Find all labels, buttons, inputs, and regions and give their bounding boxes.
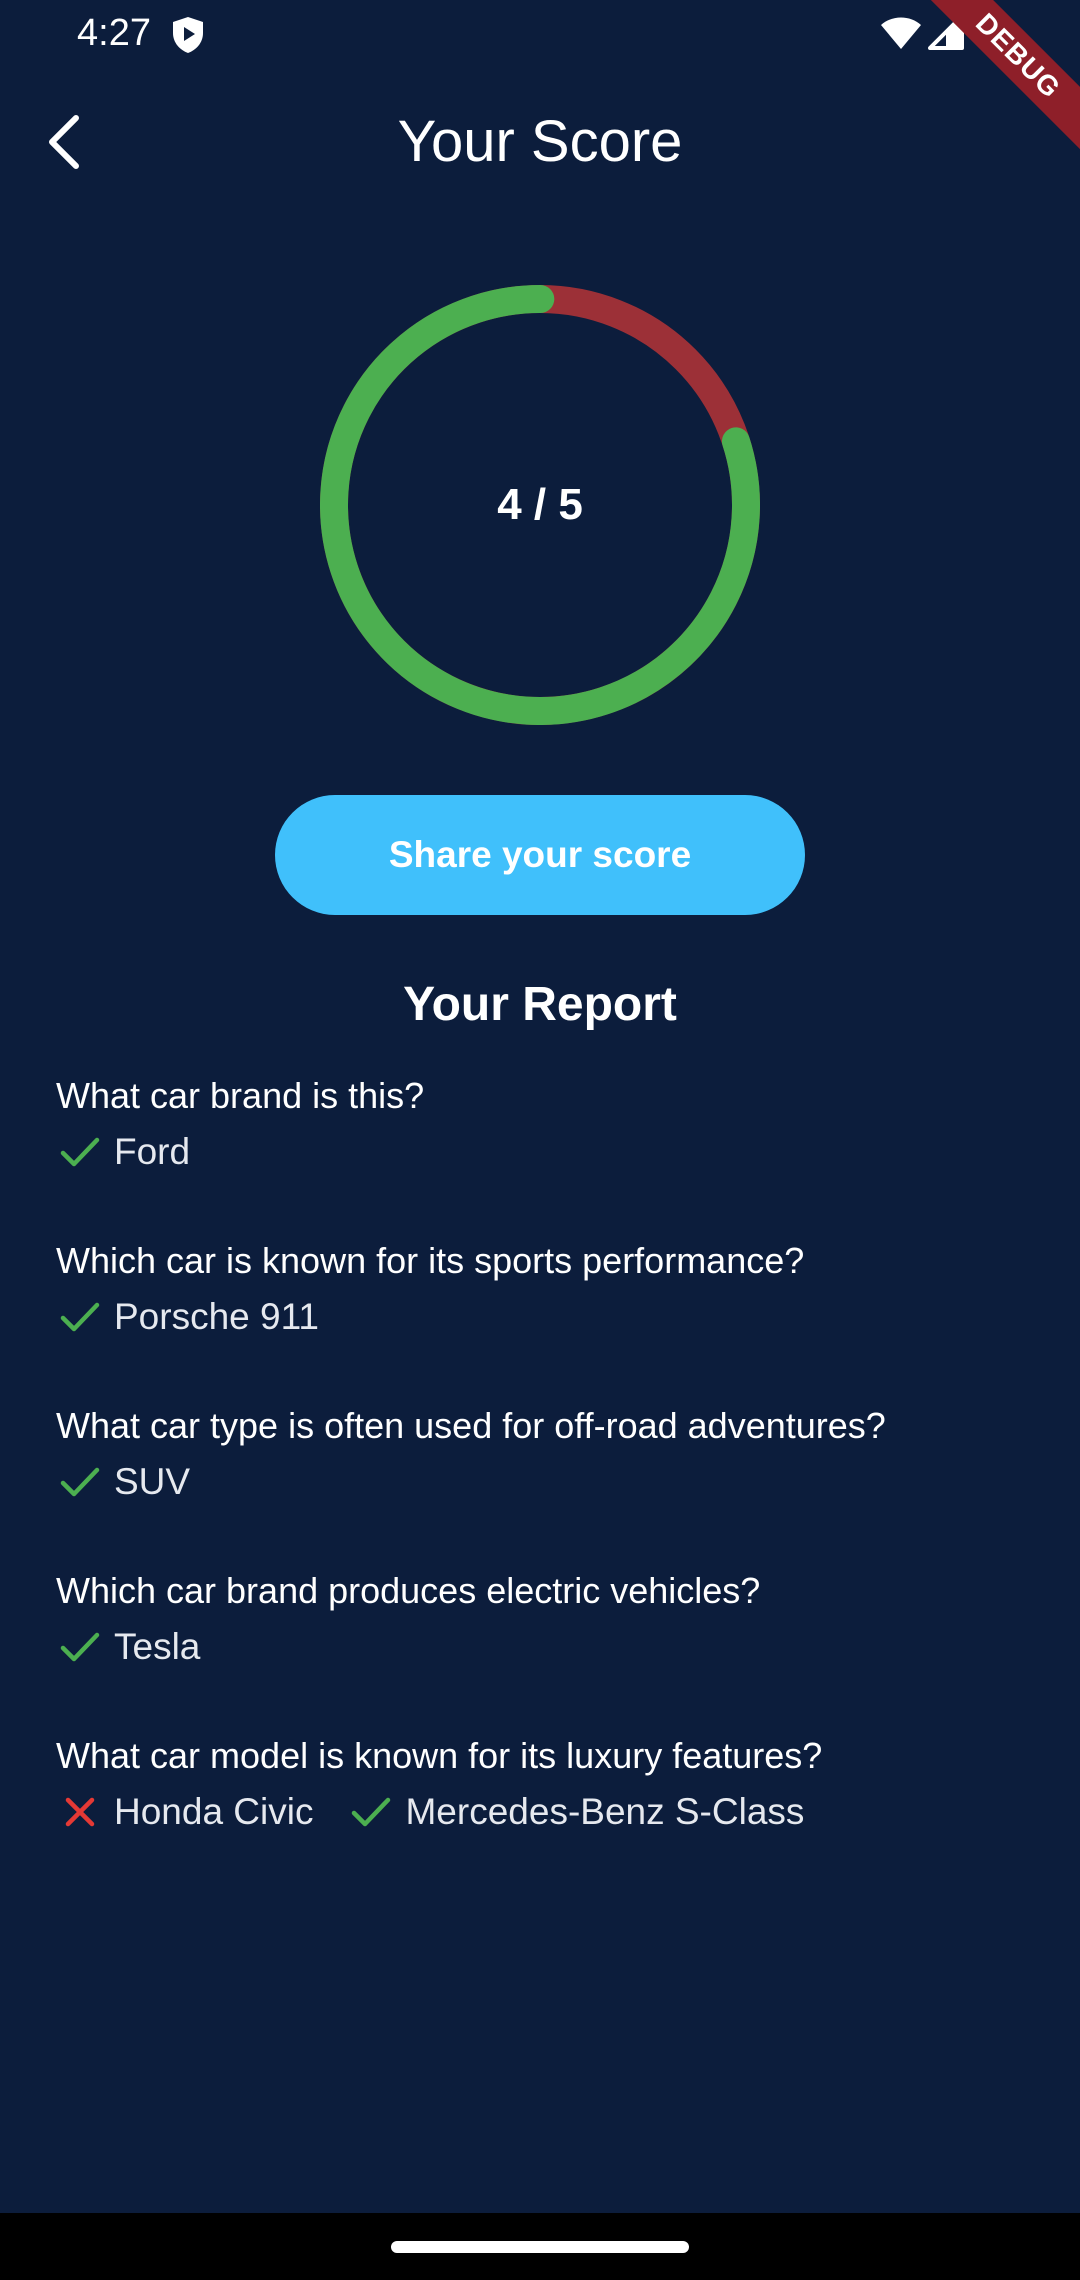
report-question: What car model is known for its luxury f… — [56, 1735, 823, 1776]
report-list: What car brand is this? Ford Which car is … — [56, 1068, 1046, 1893]
correct-answer: Mercedes-Benz S-Class — [347, 1788, 804, 1836]
check-icon — [347, 1788, 395, 1836]
shield-play-icon — [171, 16, 205, 59]
report-answers: Honda Civic Mercedes-Benz S-Class — [56, 1784, 1046, 1840]
app-bar: Your Score — [0, 72, 1080, 212]
report-question: Which car brand produces electric vehicl… — [56, 1570, 761, 1611]
report-item: Which car brand produces electric vehicl… — [56, 1563, 1046, 1728]
report-answers: Tesla — [56, 1619, 1046, 1675]
report-answers: Porsche 911 — [56, 1289, 1046, 1345]
correct-answer: Tesla — [56, 1623, 200, 1671]
check-icon — [56, 1623, 104, 1671]
check-icon — [56, 1458, 104, 1506]
wifi-icon — [880, 16, 922, 55]
report-question: What car brand is this? — [56, 1075, 425, 1116]
report-item: What car type is often used for off-road… — [56, 1398, 1046, 1563]
answer-label: Ford — [114, 1131, 191, 1172]
correct-answer: SUV — [56, 1458, 190, 1506]
check-icon — [56, 1128, 104, 1176]
report-question: What car type is often used for off-road… — [56, 1405, 886, 1446]
answer-label: Honda Civic — [114, 1791, 314, 1832]
report-answers: SUV — [56, 1454, 1046, 1510]
report-item: Which car is known for its sports perfor… — [56, 1233, 1046, 1398]
correct-answer: Porsche 911 — [56, 1293, 319, 1341]
share-score-button[interactable]: Share your score — [275, 795, 805, 915]
report-answers: Ford — [56, 1124, 1046, 1180]
status-bar: 4:27 — [0, 0, 1080, 72]
answer-label: Tesla — [114, 1626, 201, 1667]
answer-label: Mercedes-Benz S-Class — [405, 1791, 805, 1832]
report-item: What car brand is this? Ford — [56, 1068, 1046, 1233]
close-icon — [56, 1788, 104, 1836]
answer-label: Porsche 911 — [114, 1296, 319, 1337]
home-indicator[interactable] — [391, 2241, 689, 2253]
score-value: 4 / 5 — [497, 480, 583, 529]
report-question: Which car is known for its sports perfor… — [56, 1240, 805, 1281]
correct-answer: Ford — [56, 1128, 190, 1176]
page-title: Your Score — [397, 109, 683, 174]
system-nav-bar — [0, 2213, 1080, 2280]
report-title: Your Report — [403, 978, 677, 1031]
check-icon — [56, 1293, 104, 1341]
report-item: What car model is known for its luxury f… — [56, 1728, 1046, 1893]
score-screen: 4:27 DEBUG Your Score 4 / 5 Share your s… — [0, 0, 1080, 2280]
incorrect-answer: Honda Civic — [56, 1788, 313, 1836]
answer-label: SUV — [114, 1461, 191, 1502]
status-time: 4:27 — [77, 12, 151, 54]
